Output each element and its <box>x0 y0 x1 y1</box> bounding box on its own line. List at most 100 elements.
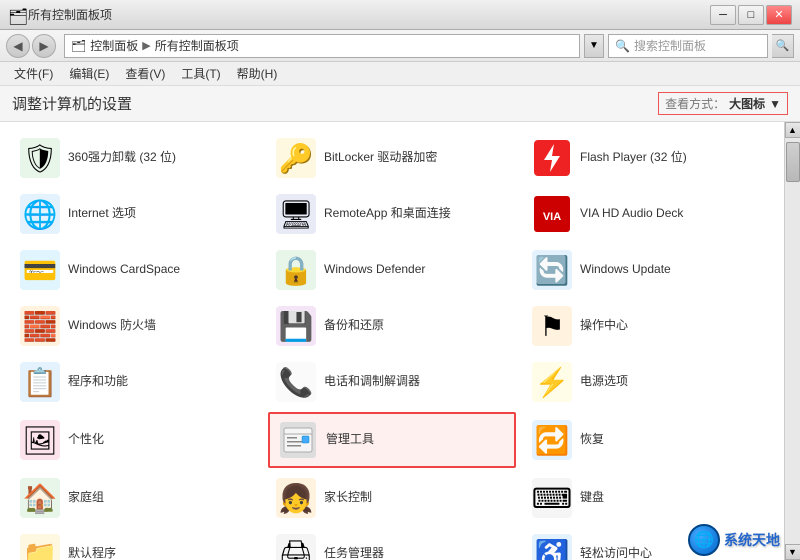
scrollbar[interactable]: ▲ ▼ <box>784 122 800 560</box>
item-icon-item-keyboard: ⌨ <box>532 478 572 518</box>
item-icon-item-defender: 🔒 <box>276 250 316 290</box>
item-icon-item-recovery: 🔁 <box>532 420 572 460</box>
grid-item-item-family[interactable]: 🏠 家庭组 <box>12 472 260 524</box>
scroll-thumb[interactable] <box>786 142 800 182</box>
item-label-item-personal: 个性化 <box>68 432 104 448</box>
item-label-item-phone: 电话和调制解调器 <box>324 374 420 390</box>
item-icon-item-bitlocker: 🔑 <box>276 138 316 178</box>
item-icon-item-personal: 🖼 <box>20 420 60 460</box>
item-icon-item-easy: ♿ <box>532 534 572 560</box>
path-part-1: 控制面板 <box>90 37 138 54</box>
item-icon-item-family: 🏠 <box>20 478 60 518</box>
close-button[interactable]: ✕ <box>766 5 792 25</box>
grid-item-item-remoteapp[interactable]: 🖥RemoteApp 和桌面连接 <box>268 188 516 240</box>
scroll-track[interactable] <box>785 138 800 544</box>
items-grid: 🛡360强力卸载 (32 位)🔑BitLocker 驱动器加密Flash Pla… <box>12 132 772 560</box>
grid-item-item-keyboard[interactable]: ⌨ 键盘 <box>524 472 772 524</box>
grid-item-item-flash[interactable]: Flash Player (32 位) <box>524 132 772 184</box>
item-icon-item-backup: 💾 <box>276 306 316 346</box>
item-icon-item-action: ⚑ <box>532 306 572 346</box>
menu-edit[interactable]: 编辑(E) <box>63 63 115 84</box>
scroll-down-button[interactable]: ▼ <box>785 544 800 560</box>
content-panel: 🛡360强力卸载 (32 位)🔑BitLocker 驱动器加密Flash Pla… <box>0 122 784 560</box>
grid-item-item-tools[interactable]: 管理工具 <box>268 412 516 468</box>
item-label-item-internet: Internet 选项 <box>68 206 136 222</box>
grid-item-item-personal[interactable]: 🖼 个性化 <box>12 412 260 468</box>
title-bar-left: 🗂 所有控制面板项 <box>8 6 112 23</box>
item-icon-item-remoteapp: 🖥 <box>276 194 316 234</box>
item-icon-item-internet: 🌐 <box>20 194 60 234</box>
grid-item-item-power[interactable]: ⚡ 电源选项 <box>524 356 772 408</box>
grid-item-item-default[interactable]: 📁默认程序 <box>12 528 260 560</box>
search-box[interactable]: 🔍 搜索控制面板 <box>608 34 768 58</box>
item-label-item-easy: 轻松访问中心 <box>580 546 652 560</box>
grid-item-item-action[interactable]: ⚑ 操作中心 <box>524 300 772 352</box>
item-label-item-power: 电源选项 <box>580 374 628 390</box>
grid-item-item-recovery[interactable]: 🔁 恢复 <box>524 412 772 468</box>
watermark: 🌐 系统天地 <box>688 524 780 556</box>
menu-tools[interactable]: 工具(T) <box>175 63 226 84</box>
menu-file[interactable]: 文件(F) <box>8 63 59 84</box>
grid-item-item-bitlocker[interactable]: 🔑BitLocker 驱动器加密 <box>268 132 516 184</box>
view-mode-value: 大图标 <box>729 95 765 112</box>
grid-item-item-programs[interactable]: 📋 程序和功能 <box>12 356 260 408</box>
grid-item-item-via[interactable]: VIA VIA HD Audio Deck <box>524 188 772 240</box>
chevron-down-icon: ▼ <box>769 97 781 111</box>
svg-text:VIA: VIA <box>543 211 561 223</box>
item-label-item-backup: 备份和还原 <box>324 318 384 334</box>
back-button[interactable]: ◀ <box>6 34 30 58</box>
grid-item-item-backup[interactable]: 💾 备份和还原 <box>268 300 516 352</box>
item-label-item-action: 操作中心 <box>580 318 628 334</box>
item-label-item-keyboard: 键盘 <box>580 490 604 506</box>
path-separator: ▶ <box>142 39 150 52</box>
item-label-item-via: VIA HD Audio Deck <box>580 206 683 222</box>
item-icon-item-via: VIA <box>532 194 572 234</box>
watermark-globe-icon: 🌐 <box>688 524 720 556</box>
menu-help[interactable]: 帮助(H) <box>231 63 284 84</box>
maximize-button[interactable]: □ <box>738 5 764 25</box>
item-label-item-firewall: Windows 防火墙 <box>68 318 156 334</box>
item-label-item-recovery: 恢复 <box>580 432 604 448</box>
item-icon-item-family-ctrl: 👧 <box>276 478 316 518</box>
page-title: 调整计算机的设置 <box>12 93 132 114</box>
search-placeholder: 搜索控制面板 <box>634 37 706 54</box>
forward-button[interactable]: ▶ <box>32 34 56 58</box>
grid-item-item-360[interactable]: 🛡360强力卸载 (32 位) <box>12 132 260 184</box>
grid-item-item-update[interactable]: 🔄Windows Update <box>524 244 772 296</box>
scroll-up-button[interactable]: ▲ <box>785 122 800 138</box>
item-label-item-programs: 程序和功能 <box>68 374 128 390</box>
view-mode-label: 查看方式： <box>665 95 725 112</box>
item-label-item-device: 任务管理器 <box>324 546 384 560</box>
item-icon-item-power: ⚡ <box>532 362 572 402</box>
title-bar: 🗂 所有控制面板项 ─ □ ✕ <box>0 0 800 30</box>
minimize-button[interactable]: ─ <box>710 5 736 25</box>
address-dropdown[interactable]: ▼ <box>584 34 604 58</box>
window-controls: ─ □ ✕ <box>710 5 792 25</box>
content-header: 调整计算机的设置 查看方式： 大图标 ▼ <box>0 86 800 122</box>
grid-item-item-defender[interactable]: 🔒 Windows Defender <box>268 244 516 296</box>
item-icon-item-cardspace: 💳 <box>20 250 60 290</box>
item-label-item-default: 默认程序 <box>68 546 116 560</box>
grid-item-item-family-ctrl[interactable]: 👧家长控制 <box>268 472 516 524</box>
item-icon-item-phone: 📞 <box>276 362 316 402</box>
grid-item-item-device[interactable]: 🖨 任务管理器 <box>268 528 516 560</box>
item-icon-item-device: 🖨 <box>276 534 316 560</box>
item-icon-item-firewall: 🧱 <box>20 306 60 346</box>
menu-view[interactable]: 查看(V) <box>119 63 171 84</box>
grid-item-item-phone[interactable]: 📞 电话和调制解调器 <box>268 356 516 408</box>
item-label-item-family: 家庭组 <box>68 490 104 506</box>
item-label-item-tools: 管理工具 <box>326 432 374 448</box>
main-area: 🛡360强力卸载 (32 位)🔑BitLocker 驱动器加密Flash Pla… <box>0 122 800 560</box>
address-box[interactable]: 🗂 控制面板 ▶ 所有控制面板项 <box>64 34 580 58</box>
window-icon: 🗂 <box>8 7 24 23</box>
item-label-item-defender: Windows Defender <box>324 262 425 278</box>
grid-item-item-internet[interactable]: 🌐 Internet 选项 <box>12 188 260 240</box>
navigation-buttons: ◀ ▶ <box>6 34 56 58</box>
grid-item-item-firewall[interactable]: 🧱 Windows 防火墙 <box>12 300 260 352</box>
view-mode-selector[interactable]: 查看方式： 大图标 ▼ <box>658 92 788 115</box>
search-button[interactable]: 🔍 <box>772 34 794 58</box>
item-icon-item-programs: 📋 <box>20 362 60 402</box>
item-icon-item-flash <box>532 138 572 178</box>
folder-icon: 🗂 <box>71 39 86 53</box>
grid-item-item-cardspace[interactable]: 💳Windows CardSpace <box>12 244 260 296</box>
